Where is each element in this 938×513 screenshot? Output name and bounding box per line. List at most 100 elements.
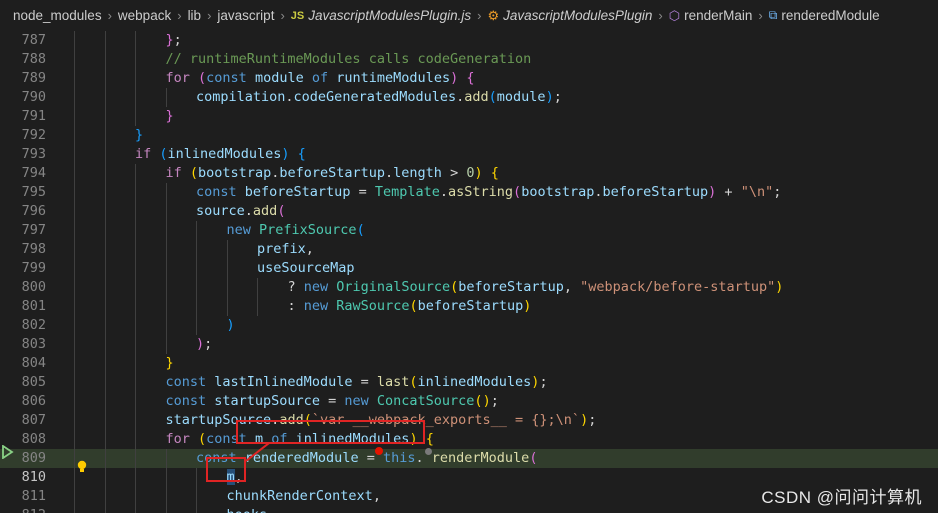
code-line[interactable]: 804} xyxy=(0,354,938,373)
code-text[interactable]: if (bootstrap.beforeStartup.length > 0) … xyxy=(166,164,499,183)
breadcrumb-label: lib xyxy=(187,8,202,23)
line-number[interactable]: 797 xyxy=(0,221,46,240)
code-text[interactable]: } xyxy=(166,354,174,373)
code-text[interactable]: // runtimeRuntimeModules calls codeGener… xyxy=(166,50,532,69)
code-line[interactable]: 791} xyxy=(0,107,938,126)
code-line[interactable]: 799 useSourceMap xyxy=(0,259,938,278)
code-text[interactable]: if (inlinedModules) { xyxy=(135,145,306,164)
code-line[interactable]: 789 for (const module of runtimeModules) … xyxy=(0,69,938,88)
code-line[interactable]: 797 new PrefixSource( xyxy=(0,221,938,240)
indent-guide xyxy=(165,259,167,278)
code-line[interactable]: 790 compilation.codeGeneratedModules.add(… xyxy=(0,88,938,107)
code-text[interactable]: ); xyxy=(196,335,212,354)
line-number[interactable]: 793 xyxy=(0,145,46,164)
line-number[interactable]: 799 xyxy=(0,259,46,278)
indent-guide xyxy=(104,335,106,354)
code-text[interactable]: prefix, xyxy=(257,240,314,259)
line-number[interactable]: 789 xyxy=(0,69,46,88)
code-text[interactable]: } xyxy=(166,107,174,126)
code-line[interactable]: 800 ? new OriginalSource(beforeStartup, "… xyxy=(0,278,938,297)
code-line[interactable]: 794 if (bootstrap.beforeStartup.length > … xyxy=(0,164,938,183)
indent-guide xyxy=(104,392,106,411)
code-line[interactable]: 807 startupSource.add(`var __webpack_expo… xyxy=(0,411,938,430)
code-line[interactable]: 805 const lastInlinedModule = last(inline… xyxy=(0,373,938,392)
code-text[interactable]: const lastInlinedModule = last(inlinedMo… xyxy=(166,373,548,392)
breadcrumb-item[interactable]: lib xyxy=(188,8,202,23)
indent-guide xyxy=(74,297,75,316)
code-line[interactable]: 788 // runtimeRuntimeModules calls codeGe… xyxy=(0,50,938,69)
code-text[interactable]: } xyxy=(135,126,143,145)
line-number[interactable]: 812 xyxy=(0,506,46,513)
breadcrumb-item[interactable]: webpack xyxy=(118,8,171,23)
breadcrumb-item[interactable]: javascript xyxy=(217,8,274,23)
code-text[interactable]: ? new OriginalSource(beforeStartup, "web… xyxy=(288,278,784,297)
code-text[interactable]: const beforeStartup = Template.asString(… xyxy=(196,183,781,202)
line-number[interactable]: 791 xyxy=(0,107,46,126)
indent-guide xyxy=(104,88,106,107)
indent-guide xyxy=(135,316,136,335)
line-number[interactable]: 796 xyxy=(0,202,46,221)
code-editor[interactable]: 787}; 788// runtimeRuntimeModules calls c… xyxy=(0,31,938,513)
code-text[interactable]: source.add( xyxy=(196,202,285,221)
line-number[interactable]: 801 xyxy=(0,297,46,316)
line-number[interactable]: 807 xyxy=(0,411,46,430)
lightbulb-icon[interactable] xyxy=(76,460,88,474)
inline-breakpoint-inactive-icon[interactable] xyxy=(425,448,432,455)
code-text[interactable]: ) xyxy=(227,316,235,335)
breadcrumb-item[interactable]: ⧉ renderedModule xyxy=(769,8,880,23)
code-line[interactable]: 795 const beforeStartup = Template.asStri… xyxy=(0,183,938,202)
line-number[interactable]: 803 xyxy=(0,335,46,354)
line-number[interactable]: 794 xyxy=(0,164,46,183)
indent-guide xyxy=(135,202,136,221)
code-line[interactable]: 787}; xyxy=(0,31,938,50)
breadcrumb-item[interactable]: node_modules xyxy=(13,8,102,23)
code-line[interactable]: 806 const startupSource = new ConcatSourc… xyxy=(0,392,938,411)
breadcrumb-item[interactable]: ⬡ renderMain xyxy=(669,8,753,24)
code-text[interactable]: for (const module of runtimeModules) { xyxy=(166,69,475,88)
code-line[interactable]: 802) xyxy=(0,316,938,335)
line-number[interactable]: 811 xyxy=(0,487,46,506)
code-line[interactable]: 809 const renderedModule = this. renderMo… xyxy=(0,449,938,468)
code-token: ; xyxy=(553,89,562,105)
indent-guide xyxy=(104,506,106,513)
code-line[interactable]: 808 for (const m of inlinedModules) { xyxy=(0,430,938,449)
line-number[interactable]: 792 xyxy=(0,126,46,145)
code-text[interactable]: const startupSource = new ConcatSource()… xyxy=(166,392,499,411)
indent-guide xyxy=(104,278,106,297)
code-text[interactable]: : new RawSource(beforeStartup) xyxy=(288,297,532,316)
code-token: new xyxy=(303,298,329,314)
inline-breakpoint-icon[interactable] xyxy=(375,447,383,455)
line-number[interactable]: 788 xyxy=(0,50,46,69)
code-line[interactable]: 801 : new RawSource(beforeStartup) xyxy=(0,297,938,316)
code-token: lastInlinedModule xyxy=(214,374,353,390)
line-number[interactable]: 790 xyxy=(0,88,46,107)
indent-guide xyxy=(135,335,136,354)
code-text[interactable]: chunkRenderContext, xyxy=(227,487,381,506)
breadcrumb-item[interactable]: JS JavascriptModulesPlugin.js xyxy=(291,8,471,23)
line-number[interactable]: 805 xyxy=(0,373,46,392)
line-number[interactable]: 787 xyxy=(0,31,46,50)
line-number[interactable]: 806 xyxy=(0,392,46,411)
code-text[interactable]: new PrefixSource( xyxy=(227,221,365,240)
line-number[interactable]: 798 xyxy=(0,240,46,259)
code-text[interactable]: useSourceMap xyxy=(257,259,355,278)
line-number[interactable]: 802 xyxy=(0,316,46,335)
code-line[interactable]: 796 source.add( xyxy=(0,202,938,221)
indent-guide xyxy=(104,297,106,316)
indent-guide xyxy=(135,69,136,88)
breadcrumb-item[interactable]: ⚙ JavascriptModulesPlugin xyxy=(487,8,652,24)
code-line[interactable]: 803); xyxy=(0,335,938,354)
indent-guide xyxy=(74,278,75,297)
line-number[interactable]: 800 xyxy=(0,278,46,297)
line-number[interactable]: 804 xyxy=(0,354,46,373)
code-text[interactable]: compilation.codeGeneratedModules.add(mod… xyxy=(196,88,562,107)
code-text[interactable]: hooks, xyxy=(227,506,276,513)
code-line[interactable]: 793 if (inlinedModules) { xyxy=(0,145,938,164)
code-text[interactable]: }; xyxy=(166,31,182,50)
line-number[interactable]: 795 xyxy=(0,183,46,202)
line-number[interactable]: 810 xyxy=(0,468,46,487)
code-line[interactable]: 798 prefix, xyxy=(0,240,938,259)
code-token: ( xyxy=(198,431,207,447)
code-line[interactable]: 792} xyxy=(0,126,938,145)
